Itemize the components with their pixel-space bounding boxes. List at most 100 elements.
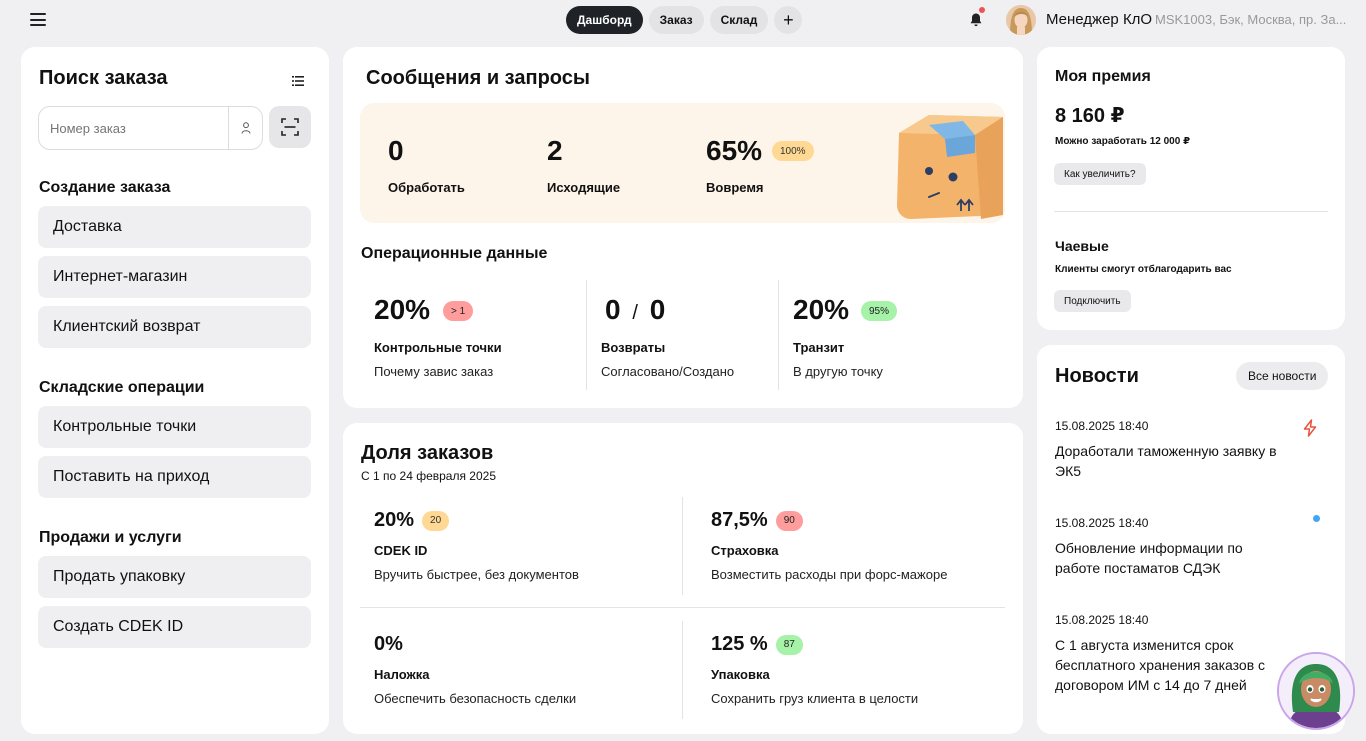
lightning-icon [1303, 419, 1317, 437]
returns-label: Возвраты [601, 340, 666, 355]
checkpoints-label: Контрольные точки [374, 340, 502, 355]
scan-barcode-button[interactable] [269, 106, 311, 148]
news-date: 15.08.2025 18:40 [1055, 613, 1149, 627]
insurance-badge: 90 [775, 510, 803, 531]
transit-sub: В другую точку [793, 364, 883, 379]
menu-client-return-button[interactable]: Клиентский возврат [38, 306, 311, 348]
outgoing-label: Исходящие [547, 180, 621, 195]
returns-agreed: 0 [605, 294, 621, 325]
list-icon[interactable] [292, 73, 304, 86]
returns-value[interactable]: 0 / 0 [605, 294, 665, 326]
top-bar: Дашборд Заказ Склад + Менеджер КлО MSK10… [0, 0, 1366, 40]
cdek-id-value: 20% [374, 509, 415, 531]
assistant-avatar-button[interactable] [1277, 652, 1355, 730]
all-news-button[interactable]: Все новости [1236, 362, 1329, 390]
unread-dot [1313, 515, 1320, 522]
order-number-input[interactable] [39, 107, 228, 149]
section-sales-title: Продажи и услуги [39, 529, 182, 546]
bonus-can-earn: Можно заработать 12 000 ₽ [1055, 136, 1191, 147]
tab-order[interactable]: Заказ [648, 6, 704, 34]
cdek-id-label: CDEK ID [374, 543, 428, 558]
user-avatar[interactable] [1006, 5, 1036, 35]
user-location: MSK1003, Бэк, Москва, пр. За... [1155, 12, 1347, 27]
user-name[interactable]: Менеджер КлО [1046, 11, 1152, 28]
checkpoints-sub: Почему завис заказ [374, 364, 494, 379]
menu-delivery-button[interactable]: Доставка [38, 206, 311, 248]
cod-value: 0% [374, 633, 403, 655]
packaging-badge: 87 [775, 634, 803, 655]
messages-card: Сообщения и запросы 0 Обработать 2 Исход… [343, 47, 1023, 408]
messages-banner: 0 Обработать 2 Исходящие 65% 100% Воврем… [360, 103, 1005, 223]
orders-share-title: Доля заказов [361, 442, 494, 464]
insurance-value: 87,5% [711, 509, 768, 531]
menu-sell-package-button[interactable]: Продать упаковку [38, 556, 311, 598]
connect-tips-button[interactable]: Подключить [1054, 290, 1131, 312]
outgoing-value[interactable]: 2 [547, 135, 563, 167]
notifications-bell-icon[interactable] [968, 7, 985, 28]
tab-dashboard[interactable]: Дашборд [566, 6, 643, 34]
returns-created: 0 [649, 294, 666, 325]
on-time-badge: 100% [772, 141, 814, 161]
my-bonus-title: Моя премия [1055, 68, 1151, 85]
menu-receive-button[interactable]: Поставить на приход [38, 456, 311, 498]
share-divider [682, 497, 683, 595]
transit-value[interactable]: 20% [793, 294, 849, 326]
news-date: 15.08.2025 18:40 [1055, 419, 1149, 433]
packaging-value: 125 % [711, 633, 768, 655]
news-title: Новости [1055, 365, 1139, 387]
cdek-id-stat[interactable]: 20% 20 [374, 509, 450, 532]
news-item-text[interactable]: Доработали таможенную заявку в ЭК5 [1055, 441, 1291, 481]
transit-label: Транзит [793, 340, 845, 355]
insurance-sub: Возместить расходы при форс-мажоре [711, 567, 948, 582]
cod-stat[interactable]: 0% [374, 633, 403, 656]
order-search-field [38, 106, 263, 150]
menu-burger-icon[interactable] [30, 13, 46, 26]
tips-title: Чаевые [1055, 238, 1109, 254]
to-process-label: Обработать [388, 180, 465, 195]
ops-data-title: Операционные данные [361, 245, 548, 262]
on-time-value[interactable]: 65% [706, 135, 762, 167]
messages-title: Сообщения и запросы [366, 67, 590, 89]
orders-share-card: Доля заказов С 1 по 24 февраля 2025 20% … [343, 423, 1023, 734]
insurance-label: Страховка [711, 543, 779, 558]
ops-divider [778, 280, 779, 390]
menu-checkpoints-button[interactable]: Контрольные точки [38, 406, 311, 448]
cod-sub: Обеспечить безопасность сделки [374, 691, 577, 706]
person-icon[interactable] [228, 107, 262, 149]
bonus-divider [1054, 211, 1328, 212]
checkpoints-value[interactable]: 20% [374, 294, 430, 326]
packaging-stat[interactable]: 125 % 87 [711, 633, 803, 656]
tab-warehouse[interactable]: Склад [709, 6, 769, 34]
main-tabs: Дашборд Заказ Склад + [566, 6, 803, 34]
assistant-avatar-icon [1279, 654, 1353, 728]
box-mascot-icon [897, 115, 1003, 219]
to-process-value[interactable]: 0 [388, 135, 404, 167]
returns-sub: Согласовано/Создано [601, 364, 735, 379]
packaging-label: Упаковка [711, 667, 770, 682]
share-divider [682, 621, 683, 719]
news-date: 15.08.2025 18:40 [1055, 516, 1149, 530]
bonus-amount: 8 160 ₽ [1055, 105, 1125, 127]
returns-separator: / [632, 302, 638, 324]
order-search-title: Поиск заказа [39, 67, 168, 89]
tips-subtitle: Клиенты смогут отблагодарить вас [1055, 264, 1232, 275]
share-row-divider [360, 607, 1005, 608]
menu-create-cdek-id-button[interactable]: Создать CDEK ID [38, 606, 311, 648]
news-item-text[interactable]: Обновление информации по работе постамат… [1055, 538, 1291, 578]
scan-icon [281, 118, 299, 136]
on-time-label: Вовремя [706, 180, 764, 195]
how-to-increase-button[interactable]: Как увеличить? [1054, 163, 1146, 185]
packaging-sub: Сохранить груз клиента в целости [711, 691, 919, 706]
news-item-text[interactable]: С 1 августа изменится срок бесплатного х… [1055, 635, 1277, 695]
my-bonus-card: Моя премия 8 160 ₽ Можно заработать 12 0… [1037, 47, 1345, 330]
cdek-id-sub: Вручить быстрее, без документов [374, 567, 579, 582]
section-warehouse-title: Складские операции [39, 379, 205, 396]
insurance-stat[interactable]: 87,5% 90 [711, 509, 803, 532]
cod-label: Наложка [374, 667, 430, 682]
checkpoints-badge: > 1 [443, 301, 474, 321]
add-tab-button[interactable]: + [774, 6, 803, 34]
cdek-id-badge: 20 [422, 510, 450, 531]
notification-dot [979, 7, 985, 13]
section-create-order-title: Создание заказа [39, 179, 171, 196]
menu-online-store-button[interactable]: Интернет-магазин [38, 256, 311, 298]
